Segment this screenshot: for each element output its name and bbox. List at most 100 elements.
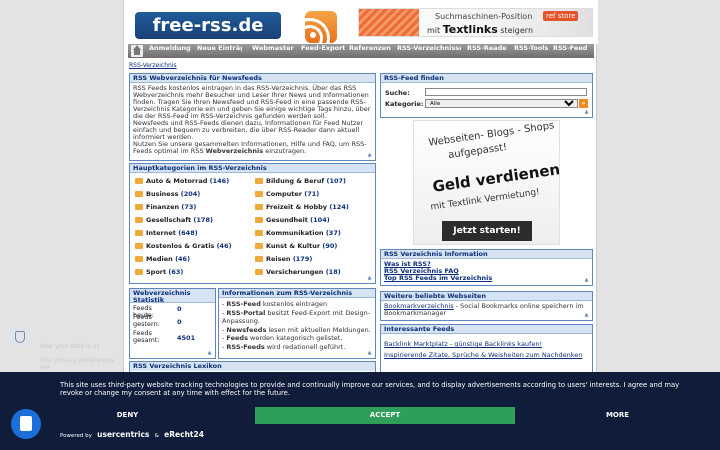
stats-row-label: Feeds gesamt: [133,329,160,344]
folder-icon [255,243,263,249]
folder-icon [135,178,143,184]
intro-panel: RSS Webverzeichnis für Newsfeeds RSS Fee… [129,73,376,161]
site-logo[interactable]: free-rss.de [135,12,281,39]
accept-button[interactable]: ACCEPT [255,407,515,424]
scroll-top-icon[interactable]: ▲ [367,351,372,356]
websites-panel: Weitere beliebte Webseiten Bookmarkverze… [380,291,593,321]
folder-icon [255,217,263,223]
folder-icon [255,204,263,210]
category-right-3[interactable]: Gesundheit (104) [255,216,330,224]
scroll-top-icon[interactable]: ▲ [584,278,589,283]
nav-item-feed-export[interactable]: Feed-Export [301,45,345,58]
stats-row-value: 0 [177,305,182,313]
folder-icon [135,217,143,223]
search-panel: RSS-Feed finden Suche: Kategorie: Alle »… [380,73,593,118]
category-left-1[interactable]: Business (204) [135,190,200,198]
ad-start-button[interactable]: Jetzt starten! [442,221,532,241]
category-right-0[interactable]: Bildung & Beruf (107) [255,177,346,185]
category-select[interactable]: Alle [425,99,578,108]
feeds-title: Interessante Feeds [381,325,592,334]
nav-item-neue-eintraege[interactable]: Neue Einträge [197,45,242,58]
info-panel: Informationen zum RSS-Verzeichnis - RSS-… [218,288,376,359]
info-list: - RSS-Feed kostenlos eintragen - RSS-Por… [222,300,371,351]
stats-panel: Webverzeichnis Statistik Feeds heute: 0 … [129,288,216,359]
category-right-1[interactable]: Computer (71) [255,190,319,198]
banner-brand-badge: ref store [543,11,579,21]
category-left-4[interactable]: Internet (648) [135,229,198,237]
category-left-5[interactable]: Kostenlos & Gratis (46) [135,242,232,250]
categories-panel: Hauptkategorien im RSS-Verzeichnis Auto … [129,163,376,284]
scroll-top-icon[interactable]: ▲ [367,153,372,158]
link-zitate[interactable]: Inspirierende Zitate, Sprüche & Weisheit… [384,351,582,359]
category-right-7[interactable]: Versicherungen (18) [255,268,341,276]
cookie-consent-bar: This site uses third-party website track… [0,372,720,450]
stats-row-label: Feeds gestern: [133,313,160,328]
category-left-6[interactable]: Medien (46) [135,255,190,263]
stats-row-value: 0 [177,318,182,326]
textlink-ad-banner[interactable]: Webseiten- Blogs - Shops aufgepasst! Gel… [413,120,560,245]
search-label: Suche: [385,89,410,97]
rss-info-title: RSS Verzeichnis Information [381,250,592,259]
privacy-shield-icon[interactable] [8,326,30,348]
rss-info-panel: RSS Verzeichnis Information Was ist RSS?… [380,249,593,286]
folder-icon [255,269,263,275]
category-right-4[interactable]: Kommunikation (37) [255,229,341,237]
link-backlink-marktplatz[interactable]: Backlink Marktplatz - günstige Backlinks… [384,340,542,348]
folder-icon [135,230,143,236]
stats-title: Webverzeichnis Statistik [130,289,215,304]
more-button[interactable]: MORE [515,407,720,424]
folder-icon [255,191,263,197]
feeds-panel: Interessante Feeds Backlink Marktplatz -… [380,324,593,376]
folder-icon [135,243,143,249]
folder-icon [255,256,263,262]
nav-item-rss-tools[interactable]: RSS-Tools [514,45,550,58]
feeds-links: Backlink Marktplatz - günstige Backlinks… [381,334,592,363]
nav-item-referenzen[interactable]: Referenzen [349,45,395,58]
info-title: Informationen zum RSS-Verzeichnis [219,289,375,298]
category-left-7[interactable]: Sport (63) [135,268,183,276]
folder-icon [135,256,143,262]
home-icon[interactable] [131,45,143,57]
category-label: Kategorie: [385,100,424,108]
site-header: free-rss.de Suchmaschinen-Position mit T… [124,0,598,44]
category-left-0[interactable]: Auto & Motorrad (146) [135,177,229,185]
stats-row-value: 4501 [177,334,196,342]
category-left-3[interactable]: Gesellschaft (178) [135,216,213,224]
top-banner-ad[interactable]: Suchmaschinen-Position mit Textlinks ste… [358,8,593,37]
category-right-2[interactable]: Freizeit & Hobby (124) [255,203,349,211]
category-right-5[interactable]: Kunst & Kultur (90) [255,242,337,250]
nav-item-rss-feed[interactable]: RSS-Feed [553,45,591,58]
nav-item-anmeldung[interactable]: Anmeldung [149,45,193,58]
search-input[interactable] [425,88,587,96]
search-title: RSS-Feed finden [381,74,592,83]
search-go-button[interactable]: » [579,99,588,108]
category-left-2[interactable]: Finanzen (73) [135,203,196,211]
banner-stripe-graphic [359,9,419,36]
scroll-top-icon[interactable]: ▲ [584,110,589,115]
link-top-rss-feeds[interactable]: Top RSS Feeds im Verzeichnis [384,274,492,282]
rss-info-links: Was ist RSS? RSS Verzeichnis FAQ Top RSS… [381,259,592,284]
websites-text: Bookmarkverzeichnis - Social Bookmarks o… [384,302,584,317]
rss-feed-icon[interactable] [305,11,337,43]
usercentrics-settings-button[interactable] [11,409,41,439]
folder-icon [255,178,263,184]
nav-item-rss-verzeichnisse[interactable]: RSS-Verzeichnisse [397,45,461,58]
cookie-text: This site uses third-party website track… [60,381,680,397]
scroll-top-icon[interactable]: ▲ [584,313,589,318]
banner-text-line1: Suchmaschinen-Position [435,12,533,21]
nav-item-rss-reader[interactable]: RSS-Reader [467,45,507,58]
cookie-powered-by: Powered by usercentrics & eRecht24 [60,430,204,439]
banner-text-line2: mit Textlinks steigern [427,23,534,36]
cookie-ghost-text: How your data is us Your privacy preferen… [40,343,115,371]
websites-title: Weitere beliebte Webseiten [381,292,592,301]
categories-title: Hauptkategorien im RSS-Verzeichnis [130,164,375,173]
folder-icon [135,191,143,197]
scroll-top-icon[interactable]: ▲ [367,276,372,281]
folder-icon [135,269,143,275]
nav-item-webmaster[interactable]: Webmaster [252,45,296,58]
scroll-top-icon[interactable]: ▲ [207,351,212,356]
lexikon-title: RSS Verzeichnis Lexikon [130,362,375,371]
intro-text: RSS Feeds kostenlos eintragen in das RSS… [133,84,371,155]
breadcrumb[interactable]: RSS-Verzeichnis [129,62,177,69]
category-right-6[interactable]: Reisen (179) [255,255,312,263]
